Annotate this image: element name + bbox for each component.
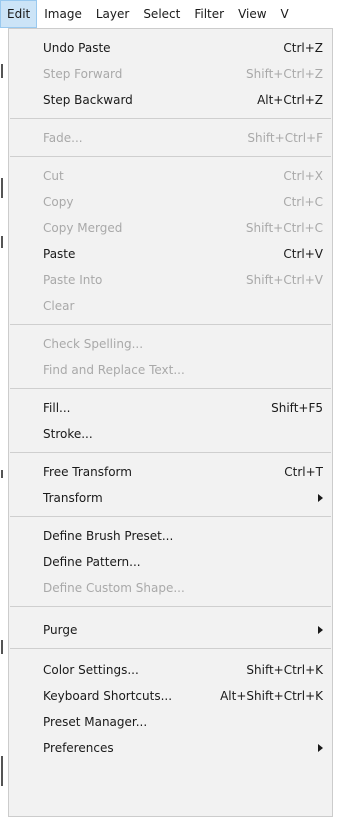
- menu-item-label: Paste Into: [43, 273, 103, 287]
- menu-item-label: Stroke...: [43, 427, 93, 441]
- menu-item-label: Copy Merged: [43, 221, 123, 235]
- menu-item-define-pattern[interactable]: Define Pattern...: [10, 549, 331, 575]
- menu-item-label: Paste: [43, 247, 76, 261]
- menu-item-shortcut: Alt+Shift+Ctrl+K: [220, 689, 323, 703]
- menu-item-label: Define Brush Preset...: [43, 529, 174, 543]
- menu-item-label: Cut: [43, 169, 64, 183]
- menu-item-define-brush-preset[interactable]: Define Brush Preset...: [10, 523, 331, 549]
- menu-separator: [10, 452, 331, 453]
- menu-item-shortcut: Ctrl+C: [283, 195, 323, 209]
- menu-separator: [10, 648, 331, 649]
- menu-separator: [10, 388, 331, 389]
- menu-filter[interactable]: Filter: [187, 0, 231, 28]
- menu-edit[interactable]: Edit: [0, 0, 38, 28]
- menu-item-label: Find and Replace Text...: [43, 363, 185, 377]
- menu-item-fade[interactable]: Fade... Shift+Ctrl+F: [10, 125, 331, 151]
- menu-item-shortcut: Ctrl+Z: [283, 41, 323, 55]
- menu-item-transform[interactable]: Transform: [10, 485, 331, 511]
- menu-bar: Edit Image Layer Select Filter View V: [0, 0, 354, 28]
- menu-item-label: Keyboard Shortcuts...: [43, 689, 173, 703]
- menu-view[interactable]: View: [231, 0, 273, 28]
- menu-item-label: Fill...: [43, 401, 71, 415]
- menu-item-preferences[interactable]: Preferences: [10, 735, 331, 761]
- menu-item-shortcut: Shift+Ctrl+V: [246, 273, 323, 287]
- menu-separator: [10, 324, 331, 325]
- menu-item-purge[interactable]: Purge: [10, 617, 331, 643]
- menu-item-cut[interactable]: Cut Ctrl+X: [10, 163, 331, 189]
- menu-item-check-spelling[interactable]: Check Spelling...: [10, 331, 331, 357]
- menu-item-label: Preset Manager...: [43, 715, 148, 729]
- menu-item-shortcut: Shift+Ctrl+K: [246, 663, 323, 677]
- menu-item-clear[interactable]: Clear: [10, 293, 331, 319]
- menu-item-label: Purge: [43, 623, 78, 637]
- menu-item-shortcut: Shift+Ctrl+Z: [246, 67, 323, 81]
- submenu-arrow-icon: [318, 494, 323, 502]
- menu-item-shortcut: Shift+Ctrl+F: [247, 131, 323, 145]
- background-window-edge: [0, 0, 5, 817]
- menu-item-label: Step Backward: [43, 93, 133, 107]
- menu-item-label: Copy: [43, 195, 74, 209]
- menu-item-step-backward[interactable]: Step Backward Alt+Ctrl+Z: [10, 87, 331, 113]
- edit-dropdown-menu: Undo Paste Ctrl+Z Step Forward Shift+Ctr…: [8, 28, 333, 817]
- menu-item-define-custom-shape[interactable]: Define Custom Shape...: [10, 575, 331, 601]
- menu-item-shortcut: Alt+Ctrl+Z: [257, 93, 323, 107]
- menu-item-shortcut: Shift+F5: [271, 401, 323, 415]
- menu-item-undo-paste[interactable]: Undo Paste Ctrl+Z: [10, 35, 331, 61]
- submenu-arrow-icon: [318, 626, 323, 634]
- menu-separator: [10, 156, 331, 157]
- menu-item-label: Define Custom Shape...: [43, 581, 185, 595]
- menu-item-color-settings[interactable]: Color Settings... Shift+Ctrl+K: [10, 657, 331, 683]
- menu-item-find-replace[interactable]: Find and Replace Text...: [10, 357, 331, 383]
- menu-item-shortcut: Ctrl+T: [284, 465, 323, 479]
- menu-item-label: Undo Paste: [43, 41, 111, 55]
- menu-item-shortcut: Shift+Ctrl+C: [245, 221, 323, 235]
- submenu-arrow-icon: [318, 744, 323, 752]
- menu-item-keyboard-shortcuts[interactable]: Keyboard Shortcuts... Alt+Shift+Ctrl+K: [10, 683, 331, 709]
- menu-item-copy-merged[interactable]: Copy Merged Shift+Ctrl+C: [10, 215, 331, 241]
- menu-image[interactable]: Image: [37, 0, 89, 28]
- menu-item-label: Preferences: [43, 741, 114, 755]
- menu-item-label: Transform: [43, 491, 103, 505]
- menu-item-preset-manager[interactable]: Preset Manager...: [10, 709, 331, 735]
- menu-item-stroke[interactable]: Stroke...: [10, 421, 331, 447]
- menu-item-step-forward[interactable]: Step Forward Shift+Ctrl+Z: [10, 61, 331, 87]
- menu-item-label: Color Settings...: [43, 663, 139, 677]
- menu-item-label: Step Forward: [43, 67, 123, 81]
- menu-item-shortcut: Ctrl+V: [283, 247, 323, 261]
- menu-layer[interactable]: Layer: [89, 0, 136, 28]
- menu-item-fill[interactable]: Fill... Shift+F5: [10, 395, 331, 421]
- menu-item-paste[interactable]: Paste Ctrl+V: [10, 241, 331, 267]
- menu-item-label: Define Pattern...: [43, 555, 141, 569]
- menu-item-free-transform[interactable]: Free Transform Ctrl+T: [10, 459, 331, 485]
- menu-item-label: Free Transform: [43, 465, 132, 479]
- menu-item-label: Check Spelling...: [43, 337, 144, 351]
- menu-select[interactable]: Select: [136, 0, 187, 28]
- menu-window-partial[interactable]: V: [274, 0, 289, 28]
- menu-item-shortcut: Ctrl+X: [283, 169, 323, 183]
- menu-item-copy[interactable]: Copy Ctrl+C: [10, 189, 331, 215]
- menu-item-label: Fade...: [43, 131, 83, 145]
- menu-item-label: Clear: [43, 299, 75, 313]
- menu-separator: [10, 516, 331, 517]
- menu-separator: [10, 606, 331, 607]
- app-window: Edit Image Layer Select Filter View V Un…: [0, 0, 354, 817]
- menu-item-paste-into[interactable]: Paste Into Shift+Ctrl+V: [10, 267, 331, 293]
- menu-separator: [10, 118, 331, 119]
